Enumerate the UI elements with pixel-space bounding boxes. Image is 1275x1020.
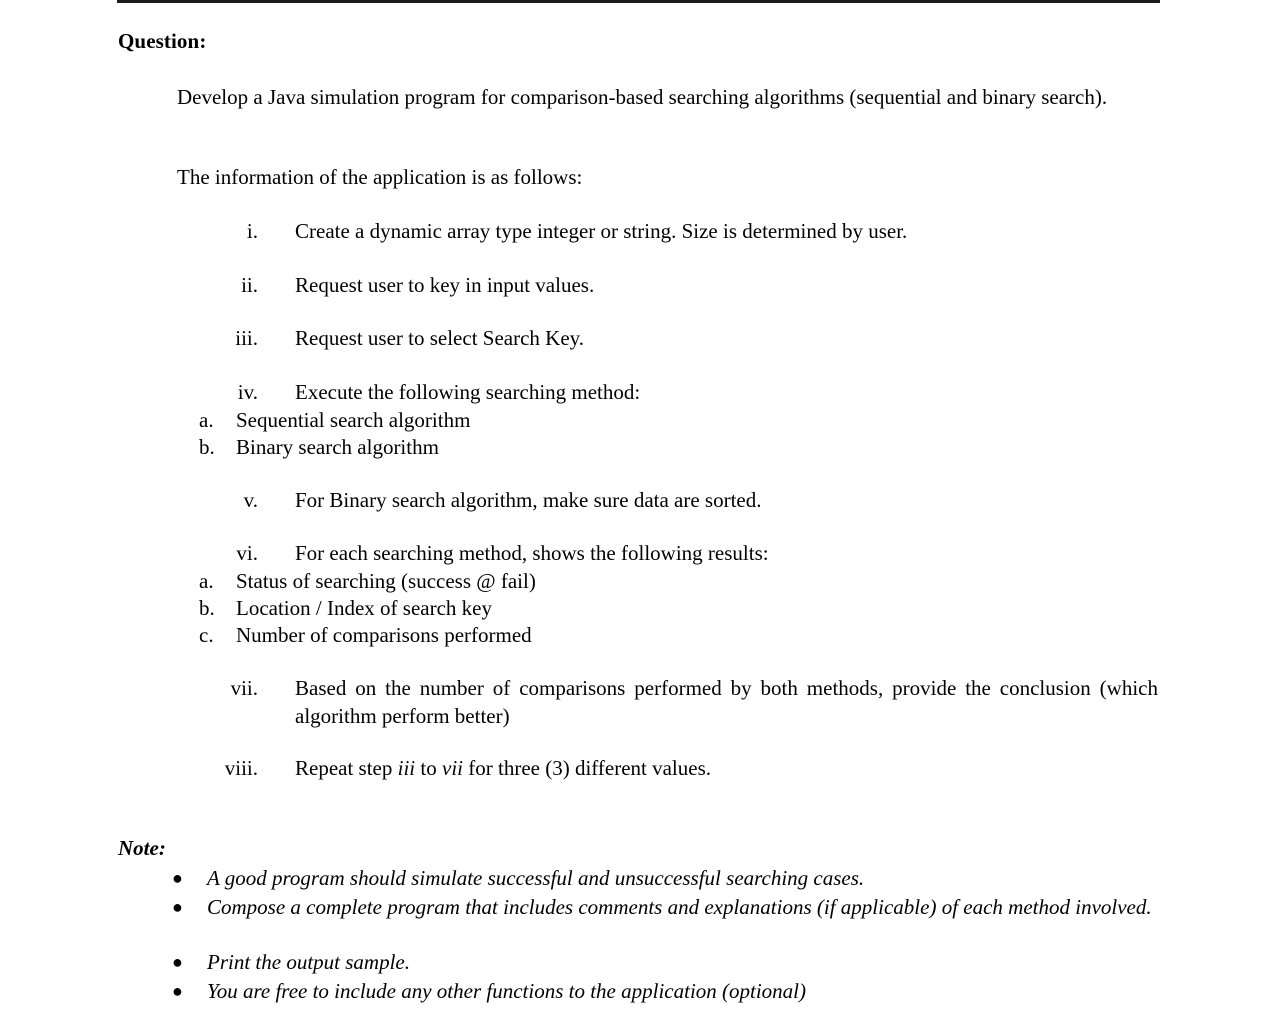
list-item-marker: vi. <box>236 541 258 565</box>
list-item-text: Repeat step iii to vii for three (3) dif… <box>295 754 1158 782</box>
note-list-item: ● A good program should simulate success… <box>172 864 1158 893</box>
sub-list-item: a. Sequential search algorithm <box>199 407 1158 434</box>
list-item-text: For each searching method, shows the fol… <box>295 541 769 565</box>
sub-list: a. Sequential search algorithm b. Binary… <box>199 407 1158 461</box>
list-item-text: Request user to key in input values. <box>295 273 595 297</box>
header-divider-rule <box>117 0 1160 3</box>
note-heading: Note: <box>118 836 166 860</box>
sub-list-item-marker: a. <box>199 408 214 432</box>
list-item: iii. Request user to select Search Key. <box>178 324 1158 352</box>
list-item-text: Execute the following searching method: <box>295 380 641 404</box>
page-title: Question: <box>118 29 207 53</box>
list-item: i. Create a dynamic array type integer o… <box>178 217 1158 245</box>
repeat-prefix: Repeat step <box>295 756 398 780</box>
bullet-icon: ● <box>172 981 183 1001</box>
list-item-marker: viii. <box>224 756 258 780</box>
list-item: vi. For each searching method, shows the… <box>178 539 1158 649</box>
list-item: vii. Based on the number of comparisons … <box>178 674 1158 730</box>
sub-list-item: b. Location / Index of search key <box>199 595 1158 622</box>
note-list-item: ● Print the output sample. <box>172 948 1158 977</box>
follows-line: The information of the application is as… <box>177 165 583 189</box>
intro-paragraph: Develop a Java simulation program for co… <box>177 85 1108 109</box>
bullet-icon: ● <box>172 868 183 888</box>
sub-list-item-text: Binary search algorithm <box>236 435 439 459</box>
note-list-item-text: Compose a complete program that includes… <box>207 895 1152 919</box>
list-item-marker: iv. <box>237 380 258 404</box>
list-item: iv. Execute the following searching meth… <box>178 378 1158 461</box>
list-item-marker: i. <box>246 219 258 243</box>
document-page: Question: Develop a Java simulation prog… <box>0 0 1275 1020</box>
sub-list-item: c. Number of comparisons performed <box>199 622 1158 649</box>
list-item-marker: ii. <box>241 273 258 297</box>
sub-list-item: a. Status of searching (success @ fail) <box>199 568 1158 595</box>
sub-list-item-marker: b. <box>199 596 215 620</box>
bullet-icon: ● <box>172 952 183 972</box>
list-item-text: Request user to select Search Key. <box>295 326 585 350</box>
note-list-item: ● You are free to include any other func… <box>172 977 1158 1006</box>
sub-list: a. Status of searching (success @ fail) … <box>199 568 1158 649</box>
list-item-text: Create a dynamic array type integer or s… <box>295 219 908 243</box>
list-item-marker: iii. <box>235 326 258 350</box>
note-list-item-text: Print the output sample. <box>207 950 410 974</box>
sub-list-item-text: Sequential search algorithm <box>236 408 471 432</box>
sub-list-item-marker: b. <box>199 435 215 459</box>
list-item: ii. Request user to key in input values. <box>178 271 1158 299</box>
list-item: viii. Repeat step iii to vii for three (… <box>178 754 1158 782</box>
list-item-text: For Binary search algorithm, make sure d… <box>295 488 762 512</box>
bullet-icon: ● <box>172 897 183 917</box>
list-item-marker: vii. <box>230 676 258 700</box>
list-item-text: Based on the number of comparisons perfo… <box>295 676 1158 728</box>
repeat-suffix: for three (3) different values. <box>463 756 712 780</box>
step-reference-end: vii <box>442 756 463 780</box>
sub-list-item-marker: a. <box>199 569 214 593</box>
step-reference-start: iii <box>397 756 416 780</box>
sub-list-item-text: Status of searching (success @ fail) <box>236 569 536 593</box>
note-list-item-text: You are free to include any other functi… <box>207 979 807 1003</box>
list-item-marker: v. <box>243 488 258 512</box>
sub-list-item: b. Binary search algorithm <box>199 434 1158 461</box>
sub-list-item-text: Number of comparisons performed <box>236 623 532 647</box>
sub-list-item-text: Location / Index of search key <box>236 596 492 620</box>
note-list-item-text: A good program should simulate successfu… <box>207 866 865 890</box>
sub-list-item-marker: c. <box>199 623 214 647</box>
list-item: v. For Binary search algorithm, make sur… <box>178 486 1158 514</box>
note-list-item: ● Compose a complete program that includ… <box>172 893 1158 922</box>
repeat-mid: to <box>415 756 442 780</box>
